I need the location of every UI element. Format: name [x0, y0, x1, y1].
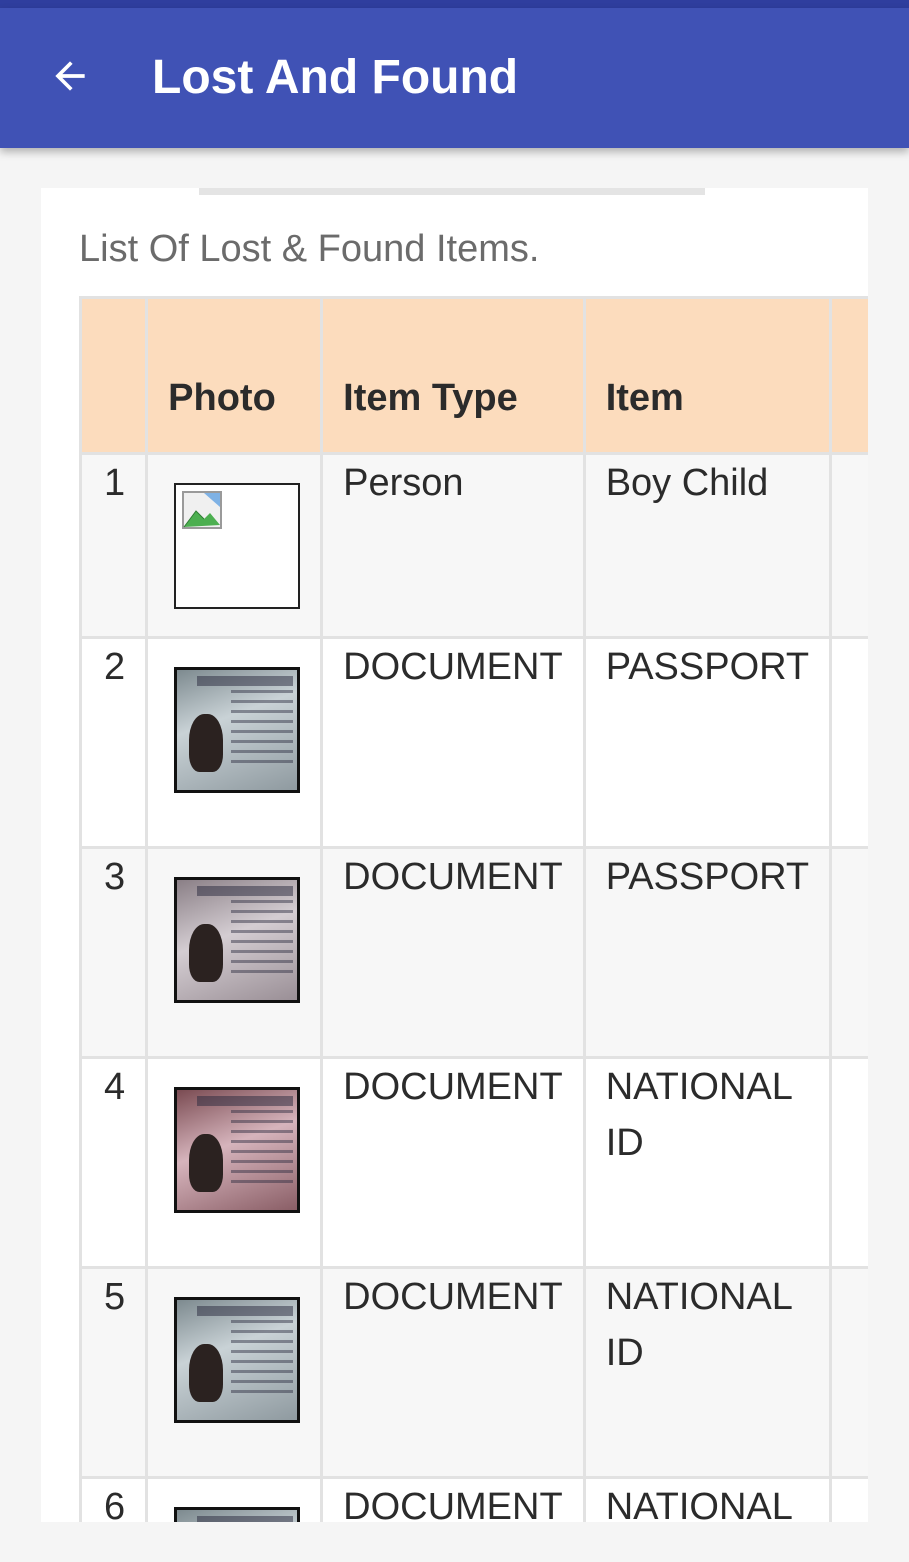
table-row[interactable]: 3 DOCUMENT PASSPORT — [78, 846, 868, 1059]
overflow-cell — [829, 1056, 868, 1269]
item-cell: PASSPORT — [582, 636, 833, 849]
bottom-background — [0, 1522, 909, 1562]
item-cell: NATIONAL — [582, 1476, 833, 1522]
column-header-item: Item — [582, 296, 833, 455]
app-bar: Lost And Found — [0, 8, 909, 148]
national-id-photo[interactable] — [174, 1297, 301, 1423]
table-row[interactable]: 6 DOCUMENT NATIONAL — [78, 1476, 868, 1522]
table-row[interactable]: 2 DOCUMENT PASSPORT — [78, 636, 868, 849]
photo-cell — [145, 846, 324, 1059]
table-row[interactable]: 1 Person Boy Child — [78, 452, 868, 639]
table-header-row: Photo Item Type Item — [78, 296, 868, 455]
photo-cell — [145, 1266, 324, 1479]
national-id-photo[interactable] — [174, 1507, 301, 1522]
row-number: 5 — [78, 1266, 149, 1479]
item-cell: NATIONAL ID — [582, 1266, 833, 1479]
back-button[interactable] — [34, 40, 106, 112]
photo-cell — [145, 452, 324, 639]
row-number: 3 — [78, 846, 149, 1059]
page-title: Lost And Found — [152, 51, 519, 104]
overflow-cell — [829, 846, 868, 1059]
item-type-cell: DOCUMENT — [320, 636, 586, 849]
national-id-photo[interactable] — [174, 1087, 301, 1213]
column-header-number — [78, 296, 149, 455]
passport-photo[interactable] — [174, 667, 301, 793]
list-heading: List Of Lost & Found Items. — [79, 228, 540, 270]
overflow-cell — [829, 452, 868, 639]
column-header-item-type: Item Type — [320, 296, 586, 455]
broken-image-icon[interactable] — [174, 483, 301, 609]
item-cell: NATIONAL ID — [582, 1056, 833, 1269]
horizontal-scroll-indicator — [199, 188, 705, 195]
passport-photo[interactable] — [174, 877, 301, 1003]
lost-found-table: Photo Item Type Item 1 Person Boy Child … — [78, 296, 868, 1522]
photo-cell — [145, 636, 324, 849]
photo-cell — [145, 1056, 324, 1269]
status-bar-strip — [0, 0, 909, 8]
item-type-cell: DOCUMENT — [320, 1056, 586, 1269]
arrow-back-icon — [55, 61, 85, 91]
overflow-cell — [829, 1476, 868, 1522]
table-row[interactable]: 4 DOCUMENT NATIONAL ID — [78, 1056, 868, 1269]
overflow-cell — [829, 636, 868, 849]
row-number: 4 — [78, 1056, 149, 1269]
row-number: 2 — [78, 636, 149, 849]
column-header-photo: Photo — [145, 296, 324, 455]
content-card: List Of Lost & Found Items. Photo Item T… — [41, 188, 868, 1522]
photo-cell — [145, 1476, 324, 1522]
row-number: 6 — [78, 1476, 149, 1522]
item-cell: PASSPORT — [582, 846, 833, 1059]
item-type-cell: DOCUMENT — [320, 1266, 586, 1479]
row-number: 1 — [78, 452, 149, 639]
item-type-cell: DOCUMENT — [320, 846, 586, 1059]
item-type-cell: DOCUMENT — [320, 1476, 586, 1522]
overflow-cell — [829, 1266, 868, 1479]
item-type-cell: Person — [320, 452, 586, 639]
column-header-overflow — [829, 296, 868, 455]
item-cell: Boy Child — [582, 452, 833, 639]
table-row[interactable]: 5 DOCUMENT NATIONAL ID — [78, 1266, 868, 1479]
